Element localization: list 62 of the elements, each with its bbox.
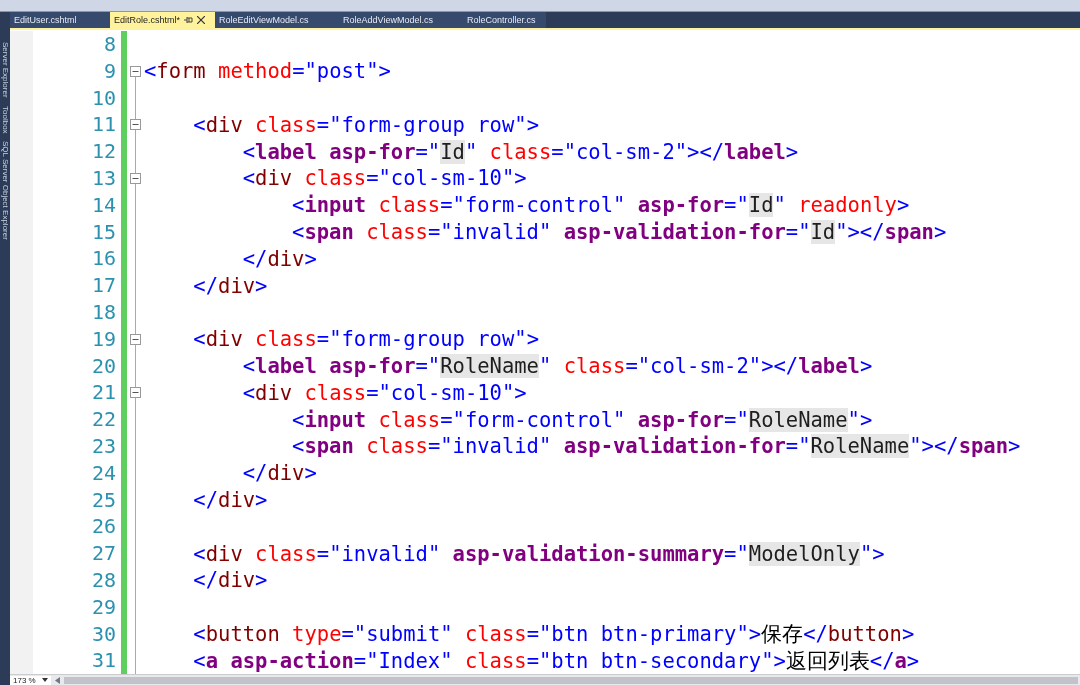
code-line: <div class="invalid" asp-validation-summary="ModelOnly">: [192, 541, 885, 566]
close-icon[interactable]: [197, 16, 206, 24]
line-number: 24: [90, 459, 116, 487]
line-number: 17: [90, 272, 116, 299]
collapse-icon[interactable]: [130, 172, 141, 184]
caret-icon: [41, 678, 48, 682]
code-line: <input class="form-control" asp-for="RoleName">: [291, 407, 873, 432]
code-line: </div>: [192, 487, 268, 512]
line-number: 20: [90, 352, 116, 380]
code-line: <div class="col-sm-10">: [241, 380, 527, 405]
code-line: </div>: [192, 568, 268, 593]
document-tab[interactable]: RoleController.cs: [463, 12, 546, 28]
line-number: 19: [90, 325, 116, 353]
line-number: 15: [90, 218, 116, 246]
pin-icon[interactable]: [184, 16, 194, 24]
line-number: 28: [90, 566, 116, 594]
line-number: 18: [90, 298, 116, 326]
line-number: 14: [90, 191, 116, 219]
code-line: <a asp-action="Index" class="btn btn-secondary">返回列表</a>: [192, 648, 920, 673]
line-number: 8: [102, 31, 116, 58]
line-number: 27: [90, 540, 116, 567]
tool-window-tab[interactable]: SQL Server Object Explorer: [0, 141, 10, 240]
collapse-icon[interactable]: [130, 333, 141, 345]
collapse-icon[interactable]: [130, 119, 141, 131]
code-line: <button type="submit" class="btn btn-primary">保存</button>: [192, 621, 915, 646]
line-number: 9: [102, 57, 116, 85]
line-number: 26: [90, 513, 116, 541]
collapse-icon[interactable]: [130, 65, 141, 77]
code-line: <div class="col-sm-10">: [241, 166, 527, 191]
zoom-dropdown[interactable]: 173 %: [10, 675, 51, 685]
code-line: <div class="form-group row">: [192, 112, 539, 137]
document-tab[interactable]: EditUser.cshtml: [10, 12, 110, 28]
line-number: 22: [90, 406, 116, 433]
scroll-left-icon[interactable]: [54, 676, 60, 684]
line-number: 11: [90, 111, 116, 139]
code-line: <label asp-for="Id" class="col-sm-2"></label>: [241, 139, 799, 164]
line-number: 13: [90, 165, 116, 192]
horizontal-scrollbar[interactable]: [63, 676, 1078, 684]
code-line: <label asp-for="RoleName" class="col-sm-2"></label>: [241, 353, 873, 378]
line-number: 25: [90, 486, 116, 514]
code-line: </div>: [192, 273, 268, 298]
document-tab[interactable]: EditRole.cshtml*: [110, 12, 216, 28]
line-number: 21: [90, 379, 116, 407]
line-number: 31: [90, 647, 116, 674]
document-tab[interactable]: RoleEditViewModel.cs: [215, 12, 340, 28]
tool-window-tab[interactable]: Server Explorer: [0, 42, 10, 98]
code-line: <div class="form-group row">: [192, 327, 539, 352]
line-number: 23: [90, 432, 116, 460]
code-line: </div>: [241, 246, 317, 271]
line-number: 10: [90, 84, 116, 112]
line-number: 29: [90, 593, 116, 621]
line-number: 16: [90, 245, 116, 273]
code-line: <span class="invalid" asp-validation-for="RoleName"></span>: [291, 434, 1021, 459]
code-line: <input class="form-control" asp-for="Id" readonly>: [291, 193, 910, 218]
line-number: 12: [90, 138, 116, 165]
code-line: <form method="post">: [144, 59, 391, 84]
line-number: 30: [90, 620, 116, 648]
collapse-icon[interactable]: [130, 387, 141, 399]
code-line: </div>: [241, 461, 317, 486]
document-tab[interactable]: RoleAddViewModel.cs: [339, 12, 464, 28]
tool-window-tab[interactable]: Toolbox: [0, 105, 10, 134]
code-line: <span class="invalid" asp-validation-for="Id"></span>: [291, 219, 947, 244]
